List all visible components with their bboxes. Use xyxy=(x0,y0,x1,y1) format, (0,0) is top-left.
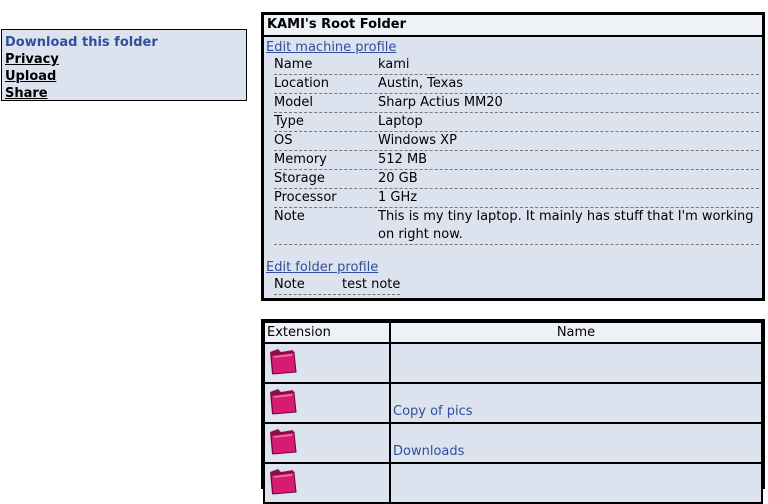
file-name-link[interactable]: Copy of pics xyxy=(391,403,473,421)
folder-actions-panel: Download this folder Privacy Upload Shar… xyxy=(1,29,247,101)
profile-key: Note xyxy=(274,209,305,224)
profile-row-storage: Storage 20 GB xyxy=(274,170,759,189)
extension-cell xyxy=(263,342,391,384)
profile-key: Model xyxy=(274,95,314,110)
profile-key: Storage xyxy=(274,171,325,186)
name-cell xyxy=(389,462,763,504)
table-row[interactable]: Downloads xyxy=(263,422,763,464)
edit-machine-profile-link[interactable]: Edit machine profile xyxy=(264,39,762,56)
profile-value: Laptop xyxy=(378,114,423,129)
profile-row-memory: Memory 512 MB xyxy=(274,151,759,170)
profile-key: Location xyxy=(274,76,329,91)
extension-cell xyxy=(263,422,391,464)
table-header-row: Extension Name xyxy=(263,321,763,344)
folder-profile-list: Note test note xyxy=(274,276,401,295)
profile-row-name: Name kami xyxy=(274,56,759,75)
profile-key: Name xyxy=(274,57,313,72)
table-row[interactable] xyxy=(263,342,763,384)
profile-row-note: Note This is my tiny laptop. It mainly h… xyxy=(274,208,759,245)
extension-column-header[interactable]: Extension xyxy=(263,321,391,344)
profile-value: Windows XP xyxy=(378,133,457,148)
download-folder-link[interactable]: Download this folder xyxy=(5,34,246,51)
name-cell: Downloads xyxy=(389,422,763,464)
share-link[interactable]: Share xyxy=(5,85,246,102)
profile-key: Memory xyxy=(274,152,327,167)
machine-profile-list: Name kami Location Austin, Texas Model S… xyxy=(274,56,759,245)
profile-value: 20 GB xyxy=(378,171,418,186)
file-name-link[interactable]: Downloads xyxy=(391,443,464,461)
edit-folder-profile-link[interactable]: Edit folder profile xyxy=(264,259,762,276)
profile-value: 1 GHz xyxy=(378,190,418,205)
profile-key: Processor xyxy=(274,190,337,205)
extension-cell xyxy=(263,462,391,504)
privacy-link[interactable]: Privacy xyxy=(5,51,246,68)
upload-link[interactable]: Upload xyxy=(5,68,246,85)
folder-row-note: Note test note xyxy=(274,276,401,295)
folder-key: Note xyxy=(274,277,305,292)
profile-value: kami xyxy=(378,57,410,72)
folder-icon[interactable] xyxy=(268,386,298,416)
profile-value: 512 MB xyxy=(378,152,428,167)
profile-row-os: OS Windows XP xyxy=(274,132,759,151)
profile-row-processor: Processor 1 GHz xyxy=(274,189,759,208)
name-column-header[interactable]: Name xyxy=(389,321,763,344)
profile-value: This is my tiny laptop. It mainly has st… xyxy=(378,209,754,242)
name-cell: Copy of pics xyxy=(389,382,763,424)
panel-title: KAMI's Root Folder xyxy=(264,15,762,37)
profile-row-location: Location Austin, Texas xyxy=(274,75,759,94)
profile-key: Type xyxy=(274,114,304,129)
folder-value: test note xyxy=(342,277,401,292)
table-row[interactable] xyxy=(263,462,763,504)
folder-icon[interactable] xyxy=(268,346,298,376)
name-cell xyxy=(389,342,763,384)
extension-cell xyxy=(263,382,391,424)
folder-icon[interactable] xyxy=(268,466,298,496)
profile-row-model: Model Sharp Actius MM20 xyxy=(274,94,759,113)
table-row[interactable]: Copy of pics xyxy=(263,382,763,424)
folder-profile-panel: KAMI's Root Folder Edit machine profile … xyxy=(261,12,765,301)
profile-value: Austin, Texas xyxy=(378,76,464,91)
folder-icon[interactable] xyxy=(268,426,298,456)
profile-row-type: Type Laptop xyxy=(274,113,759,132)
profile-key: OS xyxy=(274,133,293,148)
profile-value: Sharp Actius MM20 xyxy=(378,95,503,110)
file-list-table: Extension Name Copy of pics Downloads xyxy=(261,319,765,504)
